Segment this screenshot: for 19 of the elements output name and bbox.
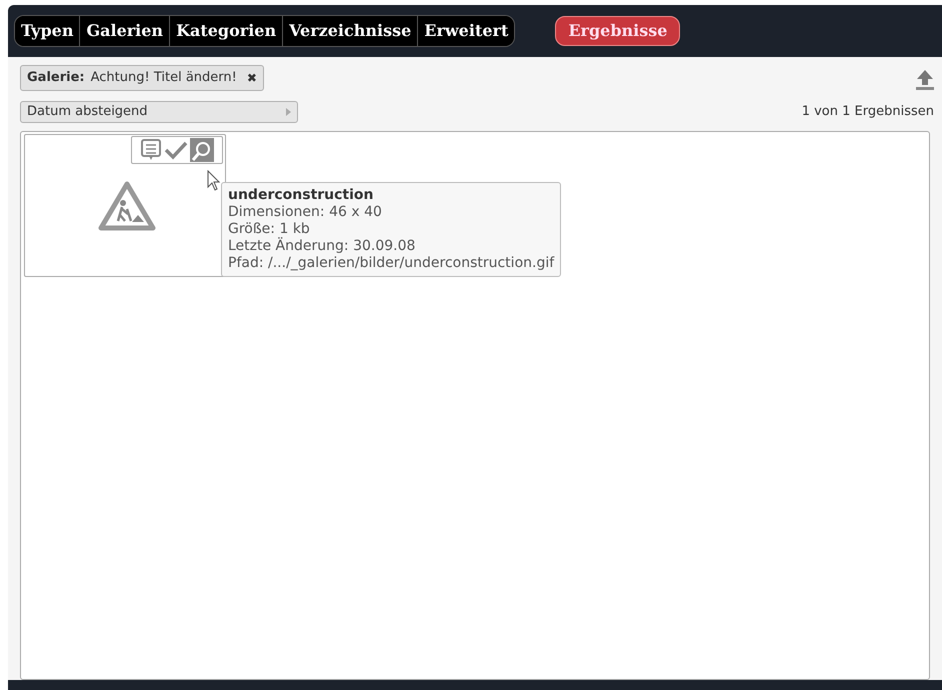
tooltip-line: Dimensionen: 46 x 40 bbox=[228, 204, 383, 221]
filter-label: Galerie: bbox=[27, 69, 85, 88]
sort-dropdown[interactable]: Datum absteigend bbox=[20, 101, 298, 123]
upload-icon[interactable] bbox=[916, 69, 934, 91]
tooltip-line: Größe: 1 kb bbox=[228, 221, 311, 237]
tab[interactable]: Ergebnisse bbox=[555, 16, 680, 46]
check-icon[interactable] bbox=[164, 140, 188, 160]
tooltip-line: Pfad: /.../_galerien/bilder/underconstruction.gif bbox=[228, 255, 554, 272]
tab[interactable]: Erweitert bbox=[417, 16, 514, 46]
cursor-icon bbox=[207, 170, 221, 192]
caret-icon bbox=[286, 108, 291, 116]
tooltip-title: underconstruction bbox=[228, 187, 375, 204]
tooltip-line: Letzte Änderung: 30.09.08 bbox=[228, 238, 416, 255]
construction-sign-icon bbox=[98, 181, 156, 231]
filter-value: Achtung! Titel ändern! bbox=[90, 69, 237, 88]
zoom-icon[interactable] bbox=[190, 138, 214, 162]
remove-filter-button[interactable]: ✖ bbox=[246, 69, 257, 87]
comment-icon[interactable] bbox=[140, 138, 162, 162]
result-count: 1 von 1 Ergebnissen bbox=[802, 103, 934, 122]
